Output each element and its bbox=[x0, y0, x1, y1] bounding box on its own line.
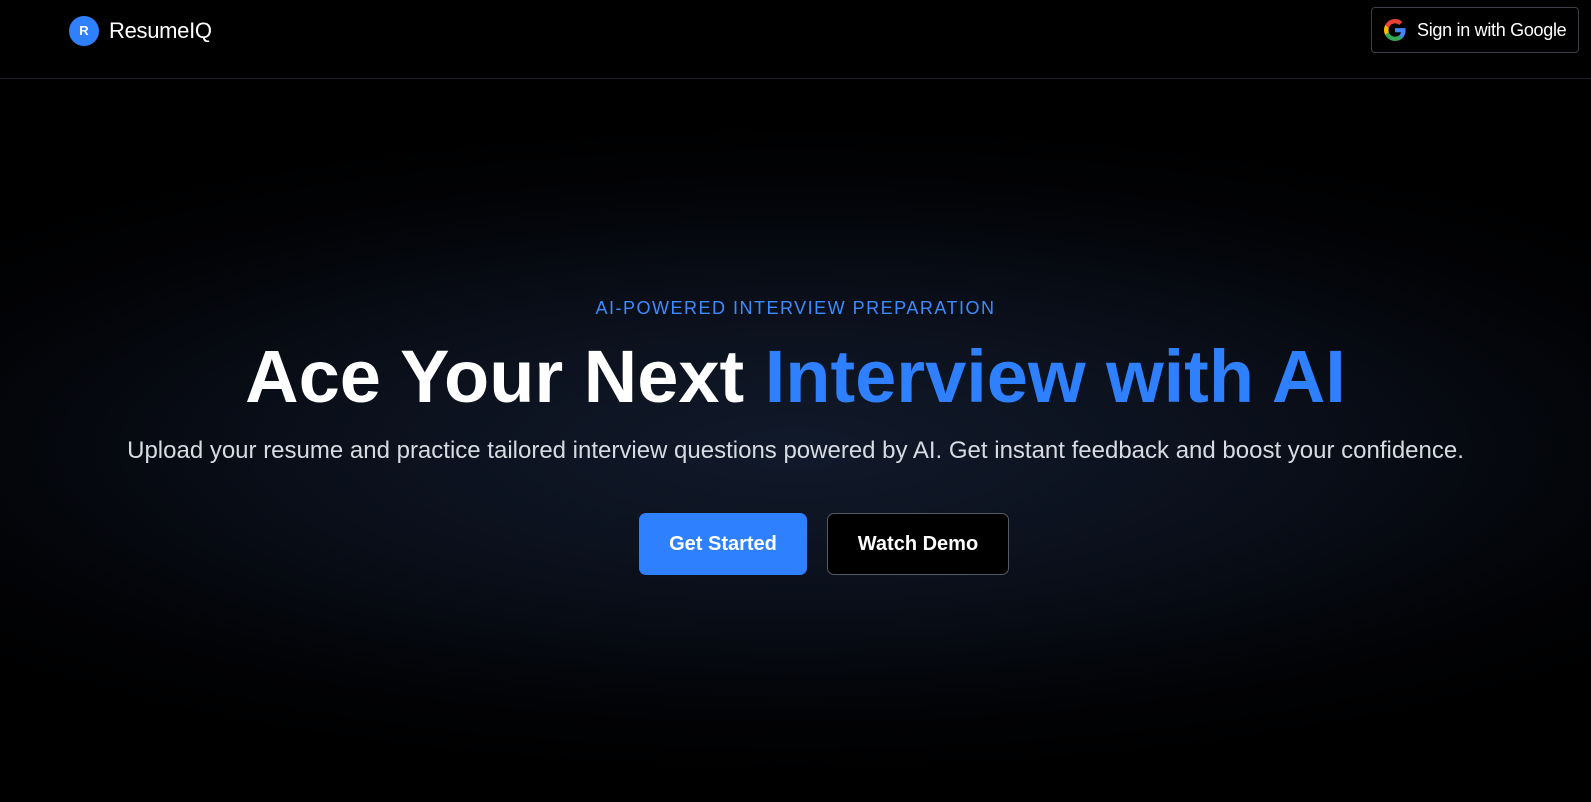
brand-mark: R bbox=[69, 15, 99, 46]
brand-name: ResumeIQ bbox=[109, 17, 212, 43]
sign-in-label: Sign in with Google bbox=[1417, 19, 1567, 40]
headline-blue-part: Interview with AI bbox=[764, 335, 1346, 418]
hero-subline: Upload your resume and practice tailored… bbox=[127, 437, 1464, 464]
top-navigation-bar: R ResumeIQ Sign in with Google bbox=[0, 0, 1591, 79]
hero-eyebrow: AI-POWERED INTERVIEW PREPARATION bbox=[595, 298, 996, 318]
get-started-button[interactable]: Get Started bbox=[639, 513, 807, 575]
hero-headline: Ace Your Next Interview with AI bbox=[0, 335, 1591, 419]
google-icon bbox=[1384, 19, 1406, 41]
brand-logo[interactable]: R ResumeIQ bbox=[69, 15, 212, 46]
watch-demo-button[interactable]: Watch Demo bbox=[827, 513, 1009, 575]
landing-page: R ResumeIQ Sign in with Google AI-POWERE… bbox=[0, 0, 1591, 802]
headline-white-part: Ace Your Next bbox=[245, 335, 745, 418]
sign-in-with-google-button[interactable]: Sign in with Google bbox=[1371, 7, 1579, 53]
